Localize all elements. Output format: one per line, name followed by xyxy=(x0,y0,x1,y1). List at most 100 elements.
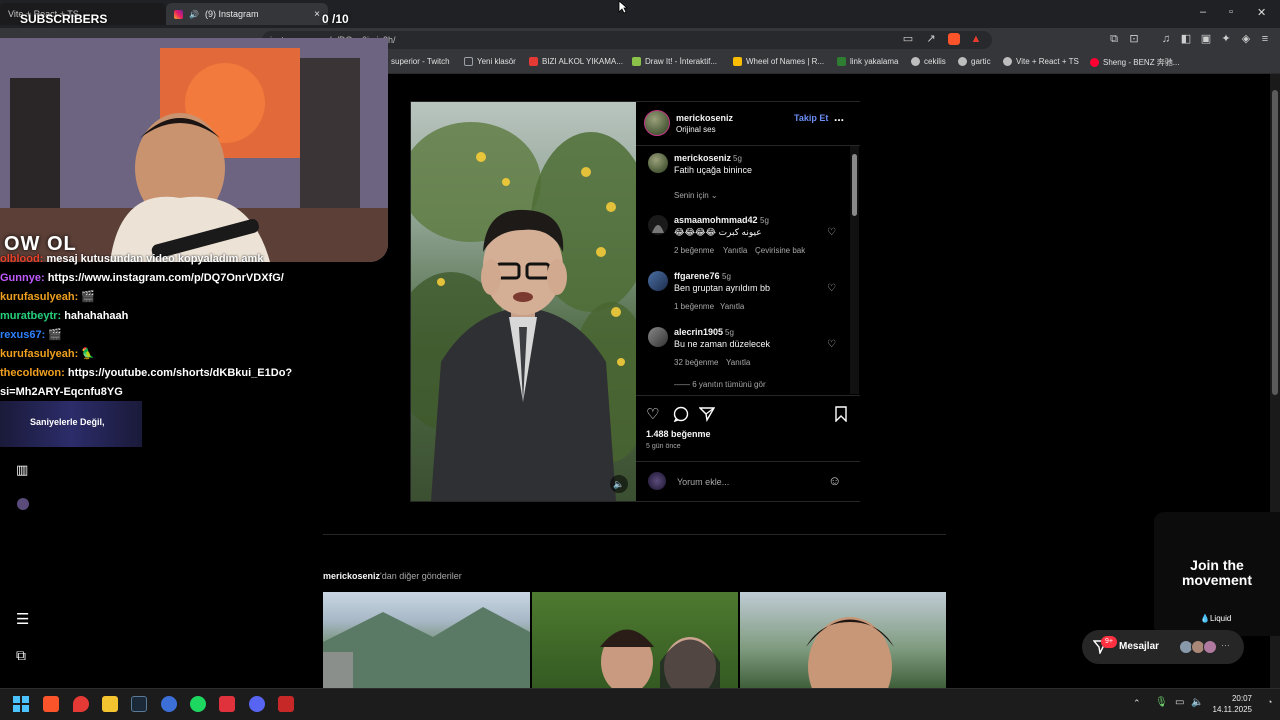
bookmark-item[interactable]: cekilis xyxy=(911,57,946,66)
meta-apps-icon[interactable]: ⧉ xyxy=(16,647,26,664)
author-avatar[interactable] xyxy=(644,110,670,136)
chevron-down-icon: ⌄ xyxy=(710,191,718,200)
caption-username[interactable]: merickoseniz xyxy=(674,153,731,163)
brave-shield-icon[interactable] xyxy=(948,33,960,45)
streamer-webcam xyxy=(0,38,388,262)
mute-icon[interactable]: 🔈 xyxy=(610,475,628,493)
comment-likes[interactable]: 1 beğenme xyxy=(674,302,714,311)
chat-text: 🦜 xyxy=(81,348,96,360)
more-dots-icon: ··· xyxy=(1221,640,1230,650)
instagram-favicon-icon xyxy=(174,9,183,19)
likes-count[interactable]: 1.488 beğenme xyxy=(646,429,711,439)
comment-likes[interactable]: 32 beğenme xyxy=(674,358,718,367)
steam-icon[interactable] xyxy=(131,696,147,712)
post-video[interactable]: 🔈 xyxy=(411,102,636,501)
bookmark-item[interactable]: BIZI ALKOL YIKAMA... xyxy=(529,57,623,66)
more-post-thumbnail[interactable] xyxy=(323,592,530,688)
view-replies-label: 6 yanıtın tümünü gör xyxy=(692,380,766,389)
close-tab-icon[interactable]: × xyxy=(314,9,320,20)
comment-like-heart-icon[interactable]: ♡ xyxy=(827,339,836,350)
section-divider xyxy=(323,534,946,535)
bookmark-item[interactable]: Sheng - BENZ 奔驰... xyxy=(1090,57,1179,68)
comment-bubble-icon[interactable] xyxy=(673,406,689,422)
like-heart-icon[interactable]: ♡ xyxy=(646,405,659,423)
share-send-icon[interactable] xyxy=(699,406,715,422)
comments-scrollbar-thumb[interactable] xyxy=(852,154,857,216)
rewards-icon[interactable]: ▲ xyxy=(970,33,982,45)
comment-username[interactable]: alecrin1905 xyxy=(674,327,723,337)
page-scrollbar-thumb[interactable] xyxy=(1272,90,1278,395)
bookmark-icon xyxy=(632,57,641,66)
tray-chevron-up-icon[interactable]: ⌃ xyxy=(1133,698,1141,709)
notifications-icon[interactable]: ◔ xyxy=(1267,697,1272,707)
current-user-avatar xyxy=(648,472,666,490)
comment-input[interactable]: Yorum ekle... xyxy=(677,477,729,487)
clock-date[interactable]: 14.11.2025 xyxy=(1210,705,1252,714)
hamburger-menu-icon[interactable]: ☰ xyxy=(16,610,29,628)
music-icon[interactable]: ♫ xyxy=(1160,33,1172,45)
reply-button[interactable]: Yanıtla xyxy=(720,302,744,311)
network-icon[interactable]: ▭ xyxy=(1175,697,1184,708)
bookmark-item[interactable]: Draw It! - İnteraktif... xyxy=(632,57,717,66)
bookmark-item[interactable]: link yakalama xyxy=(837,57,898,66)
microphone-icon[interactable]: 🎙 xyxy=(1155,697,1168,708)
side-ad-panel[interactable]: Join the movement 💧Liquid xyxy=(1154,512,1280,636)
messages-button[interactable]: 9+ Mesajlar ··· xyxy=(1082,630,1244,664)
windows-start-icon[interactable] xyxy=(13,696,29,712)
app-taskbar-icon[interactable] xyxy=(161,696,177,712)
profile-avatar-icon[interactable] xyxy=(17,498,29,510)
more-post-thumbnail[interactable] xyxy=(532,592,738,688)
clock-time[interactable]: 20:07 xyxy=(1224,694,1252,703)
comment-avatar[interactable] xyxy=(648,215,668,235)
screenshot-icon[interactable]: ⊡ xyxy=(1128,33,1140,45)
comment-username[interactable]: asmaamohmmad42 xyxy=(674,215,758,225)
caption-avatar[interactable] xyxy=(648,153,668,173)
comment-likes[interactable]: 2 beğenme xyxy=(674,246,714,255)
spotify-icon[interactable] xyxy=(190,696,206,712)
discord-icon[interactable] xyxy=(249,696,265,712)
close-window-icon[interactable]: ✕ xyxy=(1257,6,1266,19)
comment-sort-dropdown[interactable]: Senin için ⌄ xyxy=(674,191,718,200)
leo-ai-icon[interactable]: ✦ xyxy=(1220,33,1232,45)
tab-instagram[interactable]: 🔊 (9) Instagram × xyxy=(166,3,328,25)
comment-like-heart-icon[interactable]: ♡ xyxy=(827,227,836,238)
maximize-icon[interactable]: ▫ xyxy=(1229,6,1233,18)
follow-button[interactable]: Takip Et xyxy=(794,113,828,123)
cast-icon[interactable]: ▭ xyxy=(902,33,914,45)
insights-icon[interactable]: ▥ xyxy=(16,462,28,478)
more-post-thumbnail[interactable] xyxy=(740,592,946,688)
comment-username[interactable]: ffgarene76 xyxy=(674,271,720,281)
bookmark-item[interactable]: gartic xyxy=(958,57,991,66)
maps-taskbar-icon[interactable] xyxy=(73,696,89,712)
file-explorer-icon[interactable] xyxy=(102,696,118,712)
minimize-icon[interactable]: – xyxy=(1200,6,1206,18)
comment-avatar[interactable] xyxy=(648,327,668,347)
bookmark-item[interactable]: superior - Twitch xyxy=(378,57,450,66)
share-icon[interactable]: ↗ xyxy=(925,33,937,45)
more-options-icon[interactable]: ... xyxy=(834,110,844,124)
author-username[interactable]: merickoseniz xyxy=(676,113,733,123)
wallet-icon[interactable]: ▣ xyxy=(1200,33,1212,45)
reply-button[interactable]: Yanıtla xyxy=(726,358,750,367)
app-taskbar-icon[interactable] xyxy=(219,696,235,712)
comment-avatar[interactable] xyxy=(648,271,668,291)
volume-icon[interactable]: 🔈 xyxy=(1191,697,1203,708)
sidebar-icon[interactable]: ◧ xyxy=(1180,33,1192,45)
comment-like-heart-icon[interactable]: ♡ xyxy=(827,283,836,294)
app-taskbar-icon[interactable] xyxy=(278,696,294,712)
translate-button[interactable]: Çevirisine bak xyxy=(755,246,805,255)
menu-icon[interactable]: ≡ xyxy=(1259,33,1271,45)
bookmark-item[interactable]: Vite + React + TS xyxy=(1003,57,1079,66)
bookmark-item[interactable]: Yeni klasör xyxy=(464,57,516,66)
more-posts-username[interactable]: merickoseniz xyxy=(323,571,380,581)
brave-taskbar-icon[interactable] xyxy=(43,696,59,712)
bookmark-item[interactable]: Wheel of Names | R... xyxy=(733,57,824,66)
save-bookmark-icon[interactable] xyxy=(834,406,848,422)
audio-label[interactable]: Orijinal ses xyxy=(676,125,716,134)
contact-avatar xyxy=(1203,640,1217,654)
view-replies-link[interactable]: —— 6 yanıtın tümünü gör xyxy=(674,380,766,389)
reply-button[interactable]: Yanıtla xyxy=(723,246,747,255)
emoji-icon[interactable]: ☺ xyxy=(828,473,841,488)
extensions-icon[interactable]: ⧉ xyxy=(1108,33,1120,45)
vpn-icon[interactable]: ◈ xyxy=(1240,33,1252,45)
